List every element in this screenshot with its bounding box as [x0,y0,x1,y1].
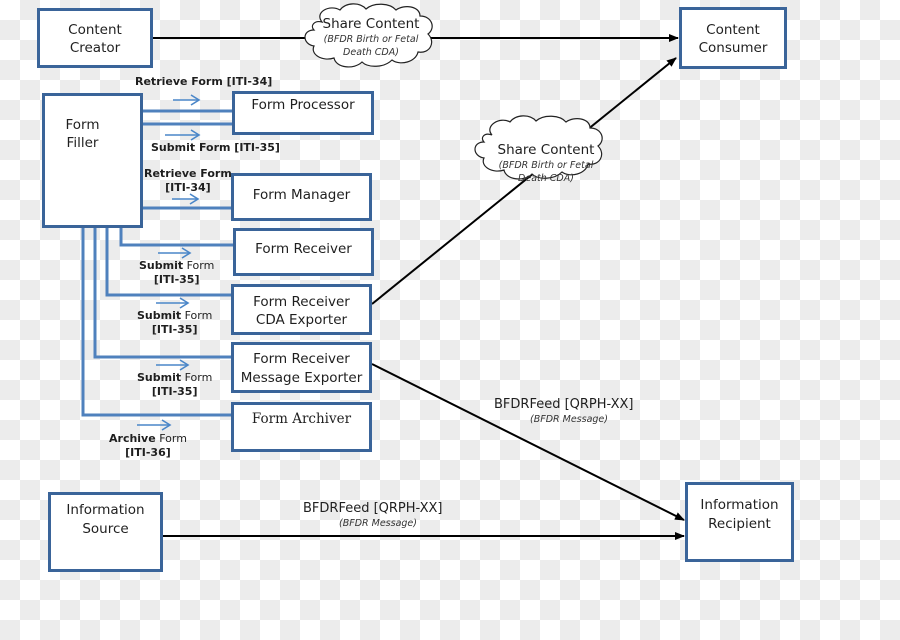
actor-form-receiver-cda-exporter[interactable]: Form Receiver CDA Exporter [231,284,372,335]
transaction-label-retrieve-form-manager: Retrieve Form [ITI-34] [144,167,232,195]
transaction-name: Retrieve Form [144,167,232,180]
actor-form-receiver-message-exporter[interactable]: Form Receiver Message Exporter [231,342,372,393]
actor-information-source[interactable]: Information Source [48,492,163,572]
actor-label-line1: Information [66,502,145,518]
direction-arrow-icon [156,359,190,371]
actor-label-line1: Form Processor [251,97,355,113]
actor-information-recipient[interactable]: Information Recipient [685,482,794,562]
actor-label-line1: Form Manager [252,187,351,203]
actor-label-line1: Information [700,497,779,513]
cloud-subtitle-line1: (BFDR Birth or Fetal [498,160,594,171]
actor-form-processor[interactable]: Form Processor [232,91,374,135]
actor-label-line2: Recipient [708,516,771,532]
actor-label-line2: Source [82,521,129,537]
cloud-title: Share Content [497,142,595,158]
transaction-id: [ITI-35] [153,273,200,286]
transaction-noun: Form [181,309,213,322]
direction-arrow-icon [158,247,192,259]
transaction-verb: Submit [137,371,182,384]
message-sublabel-source-feed: (BFDR Message) [339,518,417,529]
actor-label-line1: Form Archiver [251,411,352,427]
cloud-subtitle-line1: (BFDR Birth or Fetal [323,34,419,45]
actor-label-line1: Content [68,22,122,38]
actor-label-line1: Form Receiver [253,294,350,310]
actor-label-line2: Message Exporter [240,370,363,386]
transaction-label-submit-form-receiver: Submit Form [ITI-35] [139,259,214,287]
direction-arrow-icon [173,94,201,106]
actor-label-line2: Creator [69,40,121,56]
transaction-id: [ITI-34] [165,181,211,194]
transaction-verb: Archive [109,432,156,445]
transaction-name: Retrieve Form [ITI-34] [135,75,273,88]
transaction-verb: Submit [139,259,184,272]
transaction-id: [ITI-35] [151,385,198,398]
actor-form-archiver[interactable]: Form Archiver [231,402,372,452]
actor-form-manager[interactable]: Form Manager [231,173,372,221]
cloud-title: Share Content [322,16,420,32]
cloud-subtitle-line2: Death CDA) [343,47,399,58]
transaction-name: Submit Form [ITI-35] [151,141,280,154]
actor-label-line2: CDA Exporter [255,312,348,328]
actor-label-line1: Content [706,22,760,38]
transaction-noun: Form [183,259,215,272]
transaction-label-submit-form-message-exporter: Submit Form [ITI-35] [137,371,212,399]
actor-label-line2: Filler [66,135,99,151]
actor-content-consumer[interactable]: Content Consumer [679,7,787,69]
transaction-label-retrieve-form-processor: Retrieve Form [ITI-34] [135,75,272,89]
actor-label-line1: Form [65,117,100,133]
actor-content-creator[interactable]: Content Creator [37,8,153,68]
connector-filler-receiver [119,227,234,247]
transaction-label-submit-form-processor: Submit Form [ITI-35] [151,141,280,155]
flow-message-exporter-to-recipient [371,363,685,521]
cloud-subtitle-line2: Death CDA) [518,173,574,184]
message-label-source-feed: BFDRFeed [QRPH-XX] [303,501,443,516]
message-label-exporter-feed: BFDRFeed [QRPH-XX] [494,397,634,412]
actor-label-line2: Consumer [698,40,768,56]
transaction-noun: Form [181,371,213,384]
actor-label-line1: Form Receiver [253,351,350,367]
transaction-id: [ITI-36] [125,446,171,459]
message-sublabel-exporter-feed: (BFDR Message) [530,414,608,425]
cloud-share-content-top: Share Content (BFDR Birth or Fetal Death… [318,16,424,59]
transaction-noun: Form [155,432,187,445]
actor-label-line1: Form Receiver [255,241,352,257]
actor-form-receiver[interactable]: Form Receiver [233,228,374,276]
transaction-verb: Submit [137,309,182,322]
direction-arrow-icon [172,193,200,205]
cloud-share-content-middle: Share Content (BFDR Birth or Fetal Death… [488,142,604,185]
direction-arrow-icon [156,297,190,309]
transaction-label-submit-form-cda-exporter: Submit Form [ITI-35] [137,309,212,337]
direction-arrow-icon [165,129,201,141]
transaction-label-archive-form: Archive Form [ITI-36] [109,432,187,460]
transaction-id: [ITI-35] [151,323,198,336]
actor-form-filler[interactable]: Form Filler [42,93,143,228]
direction-arrow-icon [137,419,172,431]
